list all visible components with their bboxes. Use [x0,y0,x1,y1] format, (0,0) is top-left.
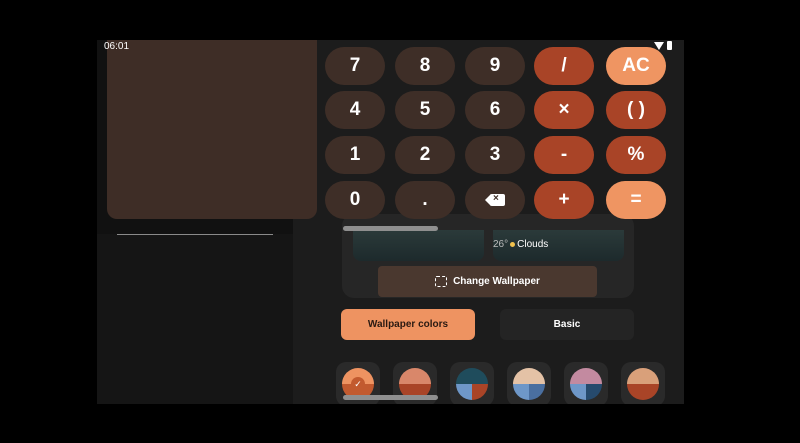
calc-key[interactable]: × [534,91,594,129]
calc-key[interactable]: + [534,181,594,219]
check-icon: ✓ [351,377,365,391]
calc-key[interactable]: 4 [325,91,385,129]
weather-label: Clouds [517,239,549,250]
backspace-button[interactable]: × [465,181,525,219]
divider-line [117,234,273,235]
calculator-keypad: 7 8 9/AC 4 5 6 ×( ) 1 2 3-% 0. × + = [325,40,675,230]
swatch-quadrant [399,368,415,384]
swatch-quadrant [415,368,431,384]
backspace-icon: × [485,193,505,206]
weather-temp: 26° [493,239,509,250]
lockscreen-preview[interactable] [353,230,484,261]
swatch-quadrant [513,368,529,384]
color-swatch[interactable] [513,368,545,400]
tab-basic[interactable]: Basic [500,309,634,340]
change-wallpaper-label: Change Wallpaper [453,276,540,287]
tab-wallpaper-colors-label: Wallpaper colors [367,319,449,330]
device-screen: 26° Clouds Change Wallpaper Wallpaper co… [97,40,684,404]
swatch-quadrant [529,368,545,384]
color-swatch[interactable] [456,368,488,400]
calc-key[interactable]: 5 [395,91,455,129]
calc-key[interactable]: . [395,181,455,219]
battery-icon [667,41,672,50]
wifi-icon [654,42,664,50]
image-icon [435,276,448,287]
left-pane-lower [97,234,293,404]
calc-key[interactable]: ( ) [606,91,666,129]
color-swatch[interactable] [570,368,602,400]
swatch-quadrant [586,384,602,400]
swatch-quadrant [627,384,643,400]
bottom-drag-handle[interactable] [343,395,438,400]
change-wallpaper-button[interactable]: Change Wallpaper [378,266,597,297]
weather-widget: 26° Clouds [493,239,548,250]
calc-key[interactable]: - [534,136,594,174]
calc-key[interactable]: 3 [465,136,525,174]
tab-wallpaper-colors[interactable]: Wallpaper colors [341,309,475,340]
color-swatch[interactable] [627,368,659,400]
swatch-quadrant [513,384,529,400]
swatch-quadrant [529,384,545,400]
calc-key[interactable]: 0 [325,181,385,219]
calc-key[interactable]: 1 [325,136,385,174]
swatch-quadrant [472,368,488,384]
swatch-quadrant [586,368,602,384]
swatch-quadrant [456,368,472,384]
swatch-quadrant [472,384,488,400]
preview-panel [107,40,317,219]
calc-key[interactable]: 6 [465,91,525,129]
sun-cloud-icon [510,242,516,247]
swatch-quadrant [570,384,586,400]
swatch-quadrant [643,384,659,400]
swatch-quadrant [643,368,659,384]
calc-key[interactable]: = [606,181,666,219]
calc-key[interactable]: 2 [395,136,455,174]
status-time: 06:01 [104,41,130,52]
calc-key[interactable]: % [606,136,666,174]
tab-basic-label: Basic [553,319,581,330]
calculator-drag-handle[interactable] [343,226,438,231]
swatch-quadrant [456,384,472,400]
swatch-quadrant [570,368,586,384]
swatch-quadrant [627,368,643,384]
status-bar: 06:01 [97,40,684,54]
